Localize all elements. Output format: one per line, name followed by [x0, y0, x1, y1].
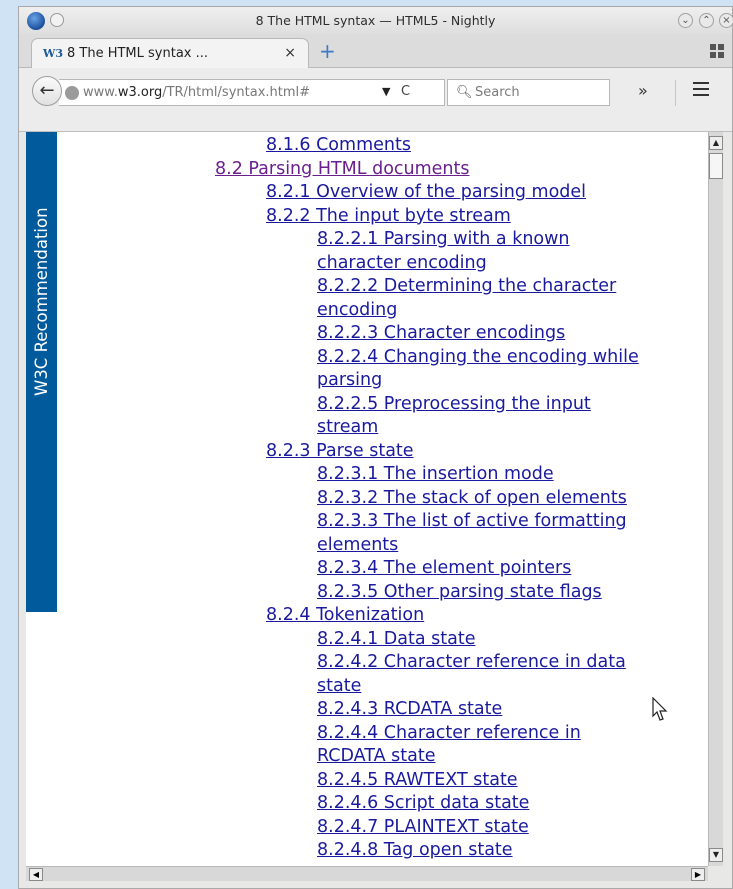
toc-link[interactable]: 8.2.2.1 Parsing with a known: [317, 228, 570, 251]
toc-link[interactable]: 8.2.2.3 Character encodings: [317, 322, 565, 345]
scroll-thumb[interactable]: [709, 153, 723, 179]
toc-link[interactable]: 8.2.4.8 Tag open state: [317, 839, 513, 862]
toc-link[interactable]: elements: [317, 534, 398, 557]
url-dropdown-icon[interactable]: ▼: [382, 85, 390, 98]
toc-link[interactable]: encoding: [317, 299, 397, 322]
toc-link[interactable]: 8.2.2.4 Changing the encoding while: [317, 346, 639, 369]
title-bar[interactable]: 8 The HTML syntax — HTML5 - Nightly ⌄ ⌃ …: [19, 7, 733, 34]
tab-groups-icon[interactable]: [710, 44, 724, 58]
search-placeholder: Search: [475, 85, 520, 100]
url-bar[interactable]: www.w3.org/TR/html/syntax.html# ▼ C: [59, 79, 445, 106]
toc-link[interactable]: 8.2.4.3 RCDATA state: [317, 698, 502, 721]
overflow-menu-button[interactable]: »: [638, 81, 648, 100]
browser-window: 8 The HTML syntax — HTML5 - Nightly ⌄ ⌃ …: [18, 6, 733, 889]
toc-link[interactable]: RCDATA state: [317, 745, 435, 768]
toc-link[interactable]: 8.2.3.4 The element pointers: [317, 557, 571, 580]
tab-label: 8 The HTML syntax ...: [67, 46, 209, 61]
back-button[interactable]: ←: [32, 76, 62, 106]
minimize-icon[interactable]: ⌄: [678, 13, 693, 28]
toc-link[interactable]: 8.2.3.5 Other parsing state flags: [317, 581, 602, 604]
toc-link[interactable]: state: [317, 675, 361, 698]
banner-text: W3C Recommendation: [32, 207, 51, 396]
toc-link[interactable]: 8.2.4.2 Character reference in data: [317, 651, 626, 674]
scroll-up-icon[interactable]: ▲: [709, 136, 723, 150]
toc-link[interactable]: 8.2.1 Overview of the parsing model: [266, 181, 586, 204]
horizontal-scrollbar[interactable]: ◀ ▶: [26, 866, 708, 881]
close-window-icon[interactable]: ×: [719, 13, 733, 28]
scroll-down-icon[interactable]: ▼: [709, 848, 723, 862]
toc-link[interactable]: 8.2.4.7 PLAINTEXT state: [317, 816, 529, 839]
page-content: W3C Recommendation 8.1.6 Comments 8.2 Par…: [26, 132, 708, 866]
w3c-favicon-icon: W3: [43, 47, 64, 60]
scroll-left-icon[interactable]: ◀: [29, 868, 43, 881]
toc-link[interactable]: parsing: [317, 369, 382, 392]
globe-icon: [65, 86, 79, 100]
search-icon: 🔍︎: [456, 85, 473, 100]
maximize-icon[interactable]: ⌃: [699, 13, 714, 28]
mouse-pointer-icon: [652, 697, 668, 721]
toc-link[interactable]: 8.2 Parsing HTML documents: [215, 158, 470, 181]
scroll-right-icon[interactable]: ▶: [691, 868, 705, 881]
vertical-scrollbar[interactable]: ▲ ▼: [708, 132, 723, 866]
search-input[interactable]: 🔍︎ Search: [447, 79, 610, 106]
new-tab-icon[interactable]: +: [319, 41, 336, 61]
toc-link[interactable]: 8.2.3.1 The insertion mode: [317, 463, 554, 486]
toc-link[interactable]: 8.2.4.1 Data state: [317, 628, 475, 651]
w3c-recommendation-banner[interactable]: W3C Recommendation: [26, 132, 57, 612]
tab-bar: W3 8 The HTML syntax ... × +: [19, 34, 732, 68]
tab-close-icon[interactable]: ×: [284, 45, 296, 61]
navigation-bar: www.w3.org/TR/html/syntax.html# ▼ C ← 🔍︎…: [19, 68, 732, 132]
toc-link[interactable]: 8.2.4 Tokenization: [266, 604, 424, 627]
toc-link[interactable]: 8.2.3.3 The list of active formatting: [317, 510, 627, 533]
toc-link[interactable]: 8.2.2 The input byte stream: [266, 205, 511, 228]
toc-link[interactable]: 8.2.3.2 The stack of open elements: [317, 487, 627, 510]
toc-link[interactable]: 8.2.4.5 RAWTEXT state: [317, 769, 518, 792]
toc-link[interactable]: character encoding: [317, 252, 487, 275]
toc-link[interactable]: stream: [317, 416, 378, 439]
toc-link[interactable]: 8.2.2.2 Determining the character: [317, 275, 616, 298]
toolbar-divider: [675, 80, 676, 106]
toc-link[interactable]: 8.2.2.5 Preprocessing the input: [317, 393, 591, 416]
toc-link[interactable]: 8.2.3 Parse state: [266, 440, 414, 463]
reload-icon[interactable]: C: [401, 84, 410, 99]
toc-link[interactable]: 8.2.4.4 Character reference in: [317, 722, 581, 745]
window-title: 8 The HTML syntax — HTML5 - Nightly: [255, 13, 496, 28]
hamburger-menu-icon[interactable]: [693, 82, 709, 100]
toc-link[interactable]: 8.2.4.6 Script data state: [317, 792, 529, 815]
url-text[interactable]: www.w3.org/TR/html/syntax.html#: [83, 85, 310, 100]
toc-link[interactable]: 8.1.6 Comments: [266, 134, 411, 157]
tab-html-syntax[interactable]: W3 8 The HTML syntax ... ×: [31, 38, 309, 68]
